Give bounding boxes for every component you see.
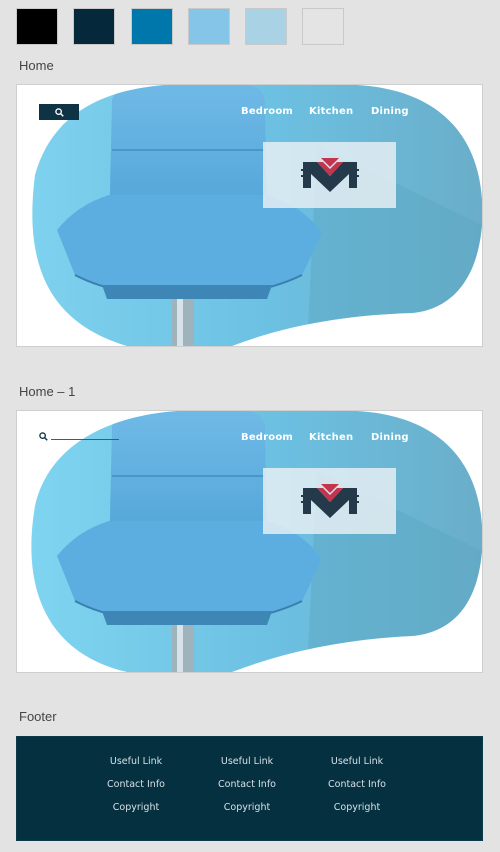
footer-useful-link[interactable]: Useful Link xyxy=(81,756,191,768)
logo-panel[interactable] xyxy=(263,142,396,208)
artboard-label-home: Home xyxy=(19,58,54,73)
swatch-dark-navy[interactable] xyxy=(73,8,115,45)
swatch-sky-blue[interactable] xyxy=(188,8,230,45)
main-nav: Bedroom Kitchen Dining xyxy=(241,106,409,117)
swatch-ocean-blue[interactable] xyxy=(131,8,173,45)
nav-kitchen[interactable]: Kitchen xyxy=(309,106,371,117)
swatch-black[interactable] xyxy=(16,8,58,45)
footer-useful-link[interactable]: Useful Link xyxy=(192,756,302,768)
footer-useful-link[interactable]: Useful Link xyxy=(302,756,412,768)
nav-dining[interactable]: Dining xyxy=(371,432,409,443)
artboard-home-1[interactable]: Bedroom Kitchen Dining xyxy=(16,410,483,673)
nav-dining[interactable]: Dining xyxy=(371,106,409,117)
m-logo-icon xyxy=(300,484,359,518)
hero-image xyxy=(32,85,482,346)
logo-panel[interactable] xyxy=(263,468,396,534)
swatch-pale-blue[interactable] xyxy=(245,8,287,45)
footer-column: Useful Link Contact Info Copyright xyxy=(192,756,302,814)
artboard-label-footer: Footer xyxy=(19,709,57,724)
footer-column: Useful Link Contact Info Copyright xyxy=(302,756,412,814)
footer-artboard[interactable]: Useful Link Contact Info Copyright Usefu… xyxy=(16,736,483,841)
search-button[interactable] xyxy=(39,104,79,120)
footer-contact-info[interactable]: Contact Info xyxy=(81,779,191,791)
main-nav: Bedroom Kitchen Dining xyxy=(241,432,409,443)
footer-column: Useful Link Contact Info Copyright xyxy=(81,756,191,814)
m-logo-icon xyxy=(300,158,359,192)
nav-kitchen[interactable]: Kitchen xyxy=(309,432,371,443)
footer-contact-info[interactable]: Contact Info xyxy=(302,779,412,791)
search-field[interactable] xyxy=(39,432,119,441)
swatch-light-gray[interactable] xyxy=(302,8,344,45)
hero-image xyxy=(31,411,482,672)
nav-bedroom[interactable]: Bedroom xyxy=(241,432,309,443)
footer-contact-info[interactable]: Contact Info xyxy=(192,779,302,791)
footer-copyright: Copyright xyxy=(223,802,271,813)
search-icon xyxy=(39,432,48,441)
footer-copyright: Copyright xyxy=(333,802,381,813)
search-underline xyxy=(51,439,119,440)
artboard-label-home-1: Home – 1 xyxy=(19,384,76,399)
nav-bedroom[interactable]: Bedroom xyxy=(241,106,309,117)
footer-copyright: Copyright xyxy=(112,802,160,813)
search-icon xyxy=(54,107,64,117)
artboard-home[interactable]: Bedroom Kitchen Dining xyxy=(16,84,483,347)
